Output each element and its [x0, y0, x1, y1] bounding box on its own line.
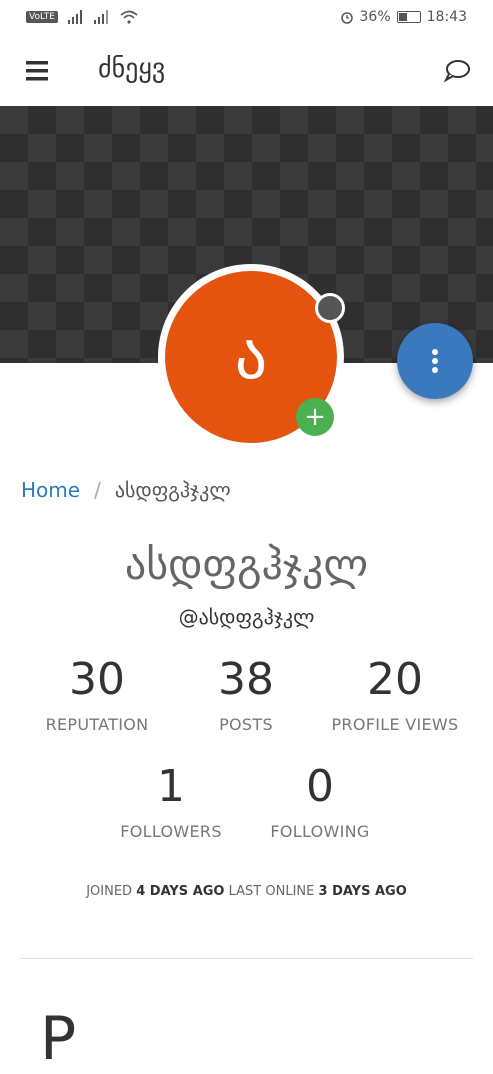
stat-followers[interactable]: 1 FOLLOWERS — [91, 761, 251, 842]
joined-info: JOINED 4 DAYS AGO LAST ONLINE 3 DAYS AGO — [0, 884, 493, 899]
stat-label: REPUTATION — [45, 715, 149, 734]
signal-icon — [67, 10, 82, 24]
breadcrumb-current: ასდფგჰჯკლ — [114, 478, 231, 502]
section-heading: P — [40, 1004, 77, 1074]
stat-reputation: 30 REPUTATION — [17, 654, 177, 735]
stat-value: 30 — [69, 654, 125, 705]
alarm-icon — [340, 12, 353, 24]
profile-username: @ასდფგჰჯკლ — [178, 605, 315, 629]
volte-badge: VoLTE — [26, 11, 58, 23]
stat-label: FOLLOWERS — [120, 822, 222, 841]
stat-following[interactable]: 0 FOLLOWING — [240, 761, 400, 842]
clock: 18:43 — [426, 9, 467, 25]
online-status-indicator — [315, 293, 345, 323]
status-bar-left: VoLTE — [26, 10, 138, 24]
stat-profile-views: 20 PROFILE VIEWS — [315, 654, 475, 735]
breadcrumb-separator: / — [94, 478, 101, 502]
stat-posts[interactable]: 38 POSTS — [166, 654, 326, 735]
stat-value: 1 — [157, 761, 185, 812]
profile-full-name: ასდფგჰჯკლ — [124, 540, 369, 589]
wifi-icon — [120, 10, 138, 24]
site-title[interactable]: ძნეყვ — [98, 54, 165, 84]
last-online-value: 3 DAYS AGO — [318, 884, 407, 899]
dot-icon — [432, 367, 438, 373]
breadcrumb: Home / ასდფგჰჯკლ — [21, 478, 231, 502]
add-icon[interactable]: + — [296, 398, 334, 436]
divider — [20, 958, 473, 959]
more-options-button[interactable] — [397, 323, 473, 399]
battery-icon — [396, 11, 421, 23]
stat-label: POSTS — [219, 715, 273, 734]
menu-icon[interactable] — [24, 58, 54, 84]
dot-icon — [432, 349, 438, 355]
stat-label: PROFILE VIEWS — [331, 715, 459, 734]
chat-icon[interactable] — [443, 58, 471, 84]
battery-percent: 36% — [359, 9, 391, 25]
signal-icon-2 — [93, 10, 108, 24]
last-online-label: LAST ONLINE — [228, 884, 315, 899]
dot-icon — [432, 358, 438, 364]
status-bar-right: 36% 18:43 — [340, 9, 467, 25]
breadcrumb-home[interactable]: Home — [21, 478, 80, 502]
stat-value: 38 — [218, 654, 274, 705]
joined-value: 4 DAYS AGO — [136, 884, 225, 899]
stat-label: FOLLOWING — [270, 822, 370, 841]
stat-value: 0 — [306, 761, 334, 812]
status-bar: VoLTE 36% 18:43 — [0, 0, 493, 36]
joined-label: JOINED — [86, 884, 133, 899]
stat-value: 20 — [367, 654, 423, 705]
app-bar: ძნეყვ — [0, 36, 493, 106]
